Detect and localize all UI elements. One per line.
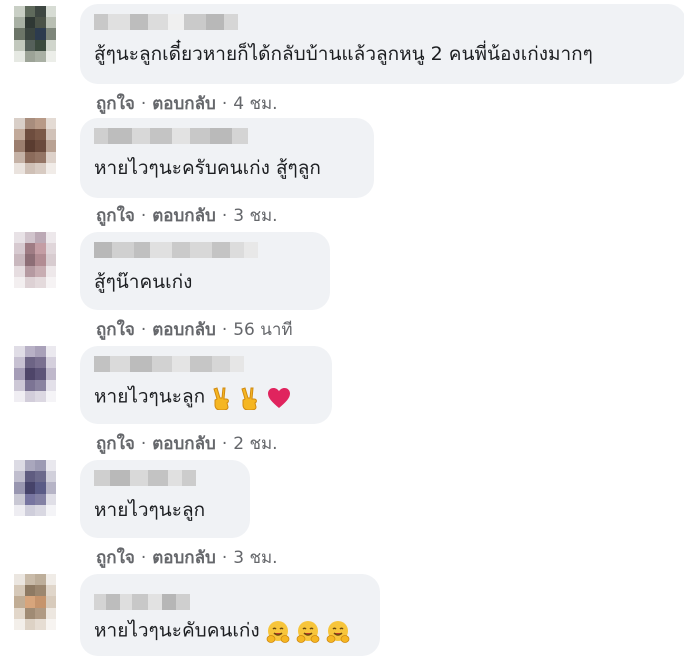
commenter-name-blurred[interactable] <box>94 594 190 610</box>
comment-text-body: หายไวๆนะลูก <box>94 385 206 408</box>
separator-dot: · <box>140 206 147 226</box>
comment-timestamp[interactable]: 3 ชม. <box>233 206 277 226</box>
like-button[interactable]: ถูกใจ <box>96 94 135 114</box>
comment-timestamp[interactable]: 3 ชม. <box>233 548 277 568</box>
comment-text: สู้ๆนะลูกเดี๋ยวหายก็ได้กลับบ้านแล้วลูกหน… <box>94 43 593 65</box>
comment-bubble: หายไวๆนะครับคนเก่ง สู้ๆลูก <box>80 118 374 198</box>
comment-timestamp[interactable]: 4 ชม. <box>233 94 277 114</box>
comment-bubble: สู้ๆนะลูกเดี๋ยวหายก็ได้กลับบ้านแล้วลูกหน… <box>80 4 684 84</box>
commenter-name-blurred[interactable] <box>94 14 238 30</box>
comment-actions: ถูกใจ · ตอบกลับ · 3 ชม. <box>96 206 278 226</box>
reply-button[interactable]: ตอบกลับ <box>152 320 216 340</box>
separator-dot: · <box>221 94 228 114</box>
commenter-name-blurred[interactable] <box>94 356 244 372</box>
avatar[interactable] <box>14 346 56 402</box>
commenter-name-blurred[interactable] <box>94 470 196 486</box>
comment-actions: ถูกใจ · ตอบกลับ · 2 ชม. <box>96 434 278 454</box>
avatar[interactable] <box>14 118 56 174</box>
hugging-face-icon <box>296 618 320 644</box>
commenter-name-blurred[interactable] <box>94 242 258 258</box>
comment-text: หายไวๆนะลูก <box>94 384 291 410</box>
comment-bubble: หายไวๆนะลูก <box>80 346 332 424</box>
comment-text: หายไวๆนะครับคนเก่ง สู้ๆลูก <box>94 157 321 179</box>
comment-timestamp[interactable]: 2 ชม. <box>233 434 277 454</box>
reply-button[interactable]: ตอบกลับ <box>152 548 216 568</box>
avatar[interactable] <box>14 574 56 630</box>
victory-hand-icon <box>239 384 261 410</box>
separator-dot: · <box>140 548 147 568</box>
comment-text: หายไวๆนะคับคนเก่ง <box>94 618 350 644</box>
comment-actions: ถูกใจ · ตอบกลับ · 3 ชม. <box>96 548 278 568</box>
separator-dot: · <box>221 434 228 454</box>
separator-dot: · <box>221 320 228 340</box>
separator-dot: · <box>140 434 147 454</box>
comment-timestamp[interactable]: 56 นาที <box>233 320 292 340</box>
comment-text: หายไวๆนะลูก <box>94 499 206 521</box>
like-button[interactable]: ถูกใจ <box>96 548 135 568</box>
reply-button[interactable]: ตอบกลับ <box>152 206 216 226</box>
comment-bubble: หายไวๆนะคับคนเก่ง <box>80 574 380 656</box>
red-heart-icon <box>267 385 291 410</box>
avatar[interactable] <box>14 232 56 288</box>
comment-actions: ถูกใจ · ตอบกลับ · 4 ชม. <box>96 94 278 114</box>
comment-text: สู้ๆน๊าคนเก่ง <box>94 271 193 293</box>
hugging-face-icon <box>266 618 290 644</box>
hugging-face-icon <box>326 618 350 644</box>
reply-button[interactable]: ตอบกลับ <box>152 434 216 454</box>
like-button[interactable]: ถูกใจ <box>96 434 135 454</box>
commenter-name-blurred[interactable] <box>94 128 248 144</box>
separator-dot: · <box>221 548 228 568</box>
victory-hand-icon <box>211 384 233 410</box>
like-button[interactable]: ถูกใจ <box>96 206 135 226</box>
comment-actions: ถูกใจ · ตอบกลับ · 56 นาที <box>96 320 293 340</box>
separator-dot: · <box>140 320 147 340</box>
comment-text-body: หายไวๆนะคับคนเก่ง <box>94 619 260 642</box>
avatar[interactable] <box>14 6 56 62</box>
reply-button[interactable]: ตอบกลับ <box>152 94 216 114</box>
like-button[interactable]: ถูกใจ <box>96 320 135 340</box>
separator-dot: · <box>140 94 147 114</box>
comment-bubble: หายไวๆนะลูก <box>80 460 250 538</box>
comment-bubble: สู้ๆน๊าคนเก่ง <box>80 232 330 310</box>
avatar[interactable] <box>14 460 56 516</box>
separator-dot: · <box>221 206 228 226</box>
